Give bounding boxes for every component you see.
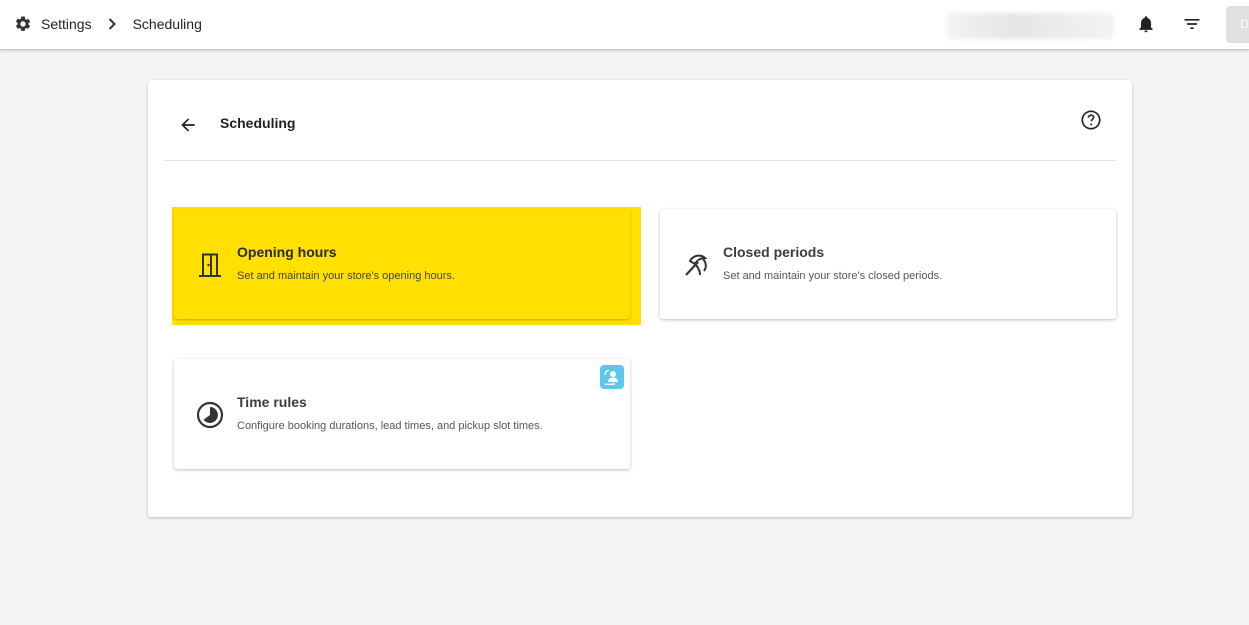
card-description: Configure booking durations, lead times,…: [237, 420, 543, 432]
umbrella-icon: [680, 249, 712, 281]
card-time-rules[interactable]: Time rules Configure booking durations, …: [174, 359, 630, 469]
clock-icon: [194, 399, 226, 431]
card-description: Set and maintain your store's closed per…: [723, 270, 943, 282]
card-opening-hours[interactable]: Opening hours Set and maintain your stor…: [174, 209, 630, 319]
breadcrumb: Settings Scheduling: [14, 13, 202, 35]
back-arrow-icon[interactable]: [176, 113, 200, 137]
divider: [164, 160, 1116, 161]
help-icon[interactable]: [1079, 108, 1103, 132]
user-name-blurred: [946, 13, 1114, 39]
filter-icon[interactable]: [1180, 12, 1204, 36]
avatar[interactable]: D: [1226, 6, 1249, 43]
chevron-right-icon: [106, 18, 118, 30]
card-title: Opening hours: [237, 244, 337, 260]
card-title: Time rules: [237, 394, 307, 410]
door-icon: [194, 249, 226, 281]
card-description: Set and maintain your store's opening ho…: [237, 270, 455, 282]
breadcrumb-settings[interactable]: Settings: [41, 16, 92, 32]
page-title: Scheduling: [220, 115, 296, 131]
card-closed-periods[interactable]: Closed periods Set and maintain your sto…: [660, 209, 1116, 319]
scheduling-panel: Scheduling Opening hours Set and maintai…: [148, 80, 1132, 517]
breadcrumb-scheduling: Scheduling: [132, 16, 202, 32]
gear-icon[interactable]: [14, 15, 32, 33]
card-title: Closed periods: [723, 244, 825, 260]
top-bar: Settings Scheduling D: [0, 0, 1249, 50]
support-icon[interactable]: [600, 365, 624, 389]
bell-icon[interactable]: [1134, 12, 1158, 36]
